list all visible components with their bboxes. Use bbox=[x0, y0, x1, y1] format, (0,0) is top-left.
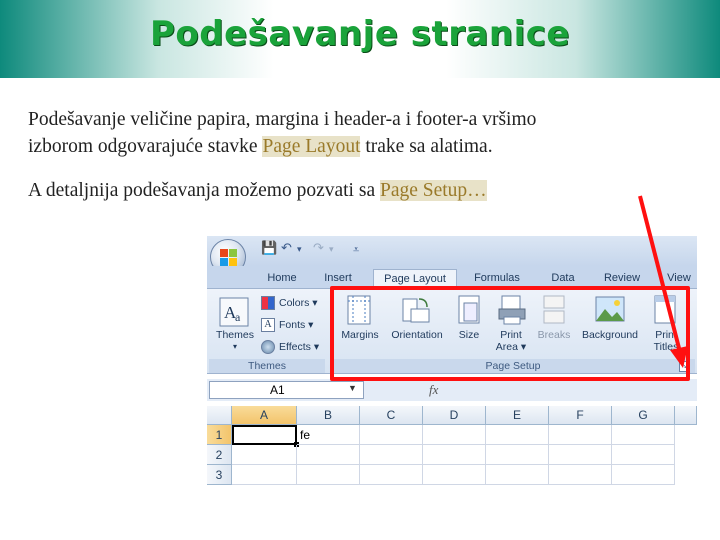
undo-icon[interactable]: ↶ bbox=[281, 241, 292, 256]
cell[interactable] bbox=[486, 425, 549, 445]
highlight-page-setup: Page Setup… bbox=[379, 180, 487, 201]
cell[interactable] bbox=[297, 445, 360, 465]
ribbon-tabs: Home Insert Page Layout Formulas Data Re… bbox=[207, 266, 697, 288]
select-all-corner[interactable] bbox=[207, 406, 232, 425]
text-run: A detaljnija podešavanja možemo pozvati … bbox=[28, 180, 380, 201]
effects-icon bbox=[261, 340, 275, 355]
column-header[interactable] bbox=[675, 406, 697, 425]
colors-icon bbox=[261, 296, 275, 311]
cell-a1-selected[interactable] bbox=[232, 425, 297, 445]
cell[interactable] bbox=[360, 465, 423, 485]
chevron-down-icon[interactable]: ▼ bbox=[348, 383, 357, 393]
customize-qat-icon[interactable]: ⩡ bbox=[353, 243, 359, 257]
cell[interactable] bbox=[423, 465, 486, 485]
cell[interactable] bbox=[297, 465, 360, 485]
save-icon[interactable]: 💾 bbox=[261, 241, 277, 256]
cell[interactable] bbox=[360, 445, 423, 465]
formula-bar: A1 ▼ fx bbox=[207, 379, 697, 401]
cell[interactable] bbox=[486, 465, 549, 485]
slide-title: Podešavanje stranice bbox=[150, 14, 570, 54]
cell[interactable] bbox=[549, 445, 612, 465]
cell[interactable] bbox=[612, 465, 675, 485]
row-header[interactable]: 1 bbox=[207, 425, 232, 445]
cell[interactable] bbox=[612, 445, 675, 465]
chevron-down-icon: ▾ bbox=[232, 342, 237, 351]
row-header[interactable]: 2 bbox=[207, 445, 232, 465]
cell[interactable] bbox=[423, 445, 486, 465]
cell[interactable] bbox=[612, 425, 675, 445]
cell[interactable] bbox=[232, 445, 297, 465]
highlight-page-layout: Page Layout bbox=[262, 136, 361, 157]
name-box[interactable]: A1 bbox=[209, 381, 364, 399]
paragraph-1-line-2: izborom odgovarajuće stavke Page Layout … bbox=[28, 133, 493, 160]
fx-icon[interactable]: fx bbox=[429, 382, 438, 398]
column-header[interactable]: F bbox=[549, 406, 612, 425]
themes-group-label: Themes bbox=[209, 359, 325, 373]
column-header[interactable]: B bbox=[297, 406, 360, 425]
text-run: trake sa alatima. bbox=[360, 136, 493, 157]
office-logo-icon bbox=[220, 249, 238, 267]
column-header[interactable]: G bbox=[612, 406, 675, 425]
themes-icon: A a bbox=[219, 297, 249, 327]
colors-button[interactable]: Colors ▾ bbox=[261, 295, 318, 311]
chevron-down-icon[interactable]: ▾ bbox=[297, 245, 302, 255]
cell[interactable] bbox=[232, 465, 297, 485]
svg-text:a: a bbox=[235, 310, 241, 324]
cell[interactable] bbox=[360, 425, 423, 445]
row-header[interactable]: 3 bbox=[207, 465, 232, 485]
effects-label: Effects bbox=[279, 341, 311, 353]
column-header[interactable]: D bbox=[423, 406, 486, 425]
worksheet-grid: A B C D E F G 1 2 3 fe bbox=[207, 406, 697, 486]
text-run: izborom odgovarajuće stavke bbox=[28, 136, 263, 157]
cell[interactable] bbox=[486, 445, 549, 465]
paragraph-2: A detaljnija podešavanja možemo pozvati … bbox=[28, 177, 487, 204]
chevron-down-icon[interactable]: ▾ bbox=[329, 245, 334, 255]
cell[interactable] bbox=[549, 425, 612, 445]
page-setup-highlight-box bbox=[330, 286, 690, 381]
colors-label: Colors bbox=[279, 297, 310, 309]
tab-home[interactable]: Home bbox=[259, 269, 305, 288]
column-header[interactable]: E bbox=[486, 406, 549, 425]
themes-label: Themes bbox=[216, 329, 254, 341]
cell[interactable] bbox=[549, 465, 612, 485]
cell[interactable] bbox=[423, 425, 486, 445]
redo-icon[interactable]: ↷ bbox=[313, 241, 324, 256]
column-header[interactable]: A bbox=[232, 406, 297, 425]
paragraph-1-line-1: Podešavanje veličine papira, margina i h… bbox=[28, 109, 537, 130]
fonts-icon: A bbox=[261, 318, 275, 333]
fonts-button[interactable]: A Fonts ▾ bbox=[261, 317, 313, 333]
fonts-label: Fonts bbox=[279, 319, 306, 331]
cell-b1[interactable]: fe bbox=[297, 425, 360, 445]
effects-button[interactable]: Effects ▾ bbox=[261, 339, 319, 355]
column-header[interactable]: C bbox=[360, 406, 423, 425]
quick-access-toolbar: 💾 ↶ ▾ ↷ ▾ ⩡ bbox=[207, 236, 697, 266]
